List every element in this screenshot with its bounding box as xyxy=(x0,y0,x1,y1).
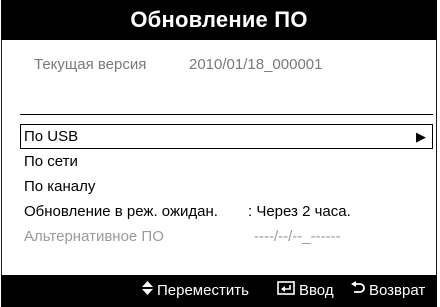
hint-enter-label: Ввод xyxy=(299,282,334,299)
menu-item-network[interactable]: По сети xyxy=(20,149,433,174)
menu-item-label: Альтернативное ПО xyxy=(24,228,164,245)
hint-back-label: Возврат xyxy=(369,282,426,299)
alternative-software-value: ----/--/--_------ xyxy=(254,228,341,245)
software-update-screen: Обновление ПО Текущая версия 2010/01/18_… xyxy=(0,0,440,307)
menu-item-label: По сети xyxy=(24,153,78,170)
help-bar: Переместить Ввод Возврат xyxy=(1,275,437,307)
standby-update-value: : Через 2 часа. xyxy=(248,203,351,220)
hint-back: Возврат xyxy=(351,275,425,307)
current-version-row: Текущая версия 2010/01/18_000001 xyxy=(34,56,322,73)
update-menu: По USB ▶ По сети По каналу Обновление в … xyxy=(20,124,433,249)
enter-icon xyxy=(277,275,295,307)
dialog-title: Обновление ПО xyxy=(1,0,437,40)
hint-move: Переместить xyxy=(142,275,249,307)
current-version-value: 2010/01/18_000001 xyxy=(189,56,323,73)
menu-item-label: Обновление в реж. ожидан. xyxy=(24,203,218,220)
divider xyxy=(20,114,433,115)
hint-enter: Ввод xyxy=(277,275,334,307)
menu-item-channel[interactable]: По каналу xyxy=(20,174,433,199)
menu-item-usb[interactable]: По USB ▶ xyxy=(20,124,433,149)
menu-item-label: По USB xyxy=(24,128,79,145)
menu-item-label: По каналу xyxy=(24,178,96,195)
menu-item-standby-update[interactable]: Обновление в реж. ожидан. : Через 2 часа… xyxy=(20,199,433,224)
current-version-label: Текущая версия xyxy=(34,56,147,73)
chevron-right-icon: ▶ xyxy=(416,129,426,144)
hint-move-label: Переместить xyxy=(157,282,249,299)
menu-item-alternative-software: Альтернативное ПО ----/--/--_------ xyxy=(20,224,433,249)
return-icon xyxy=(351,275,365,307)
updown-arrows-icon xyxy=(142,275,153,307)
